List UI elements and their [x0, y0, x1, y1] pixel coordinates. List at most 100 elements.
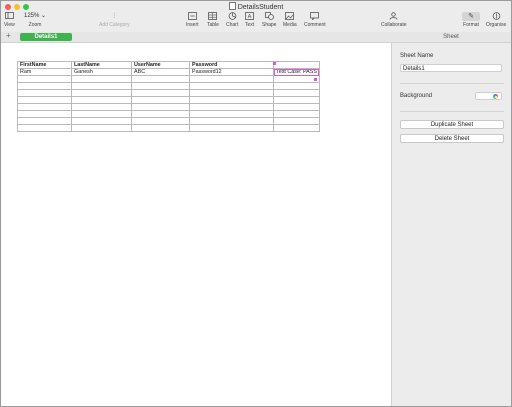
color-wheel-icon	[493, 94, 498, 99]
shape-icon	[264, 12, 274, 20]
table-cell[interactable]	[71, 75, 132, 83]
inspector-divider	[400, 111, 504, 112]
media-icon	[285, 12, 295, 20]
duplicate-sheet-button[interactable]: Duplicate Sheet	[400, 120, 504, 129]
table-header-cell[interactable]: FirstName	[17, 61, 72, 69]
table-row: Ram Ganesh ABC Password12 Test Case: PASS	[17, 68, 320, 76]
insert-icon	[187, 12, 197, 20]
table-cell[interactable]	[17, 75, 72, 83]
sheet-canvas[interactable]: FirstName LastName UserName Password Ram Gane…	[1, 43, 391, 406]
table-cell[interactable]	[17, 96, 72, 104]
sheet-name-field[interactable]: Details1	[400, 64, 502, 72]
table-cell[interactable]	[71, 110, 132, 118]
table-cell[interactable]	[131, 117, 190, 125]
selection-handle-top-left[interactable]	[273, 62, 276, 65]
table-button[interactable]: Table	[207, 12, 219, 28]
inspector-tab-sheet[interactable]: Sheet	[391, 32, 511, 43]
table-cell[interactable]	[189, 110, 274, 118]
view-button[interactable]: View	[4, 12, 15, 28]
sheet-name-label: Sheet Name	[400, 53, 434, 59]
organise-button[interactable]: Organise	[486, 12, 506, 28]
table-cell[interactable]	[273, 110, 320, 118]
table-cell[interactable]	[71, 82, 132, 90]
table-cell[interactable]	[273, 89, 320, 97]
sheet-tab-bar: + Details1	[1, 31, 391, 43]
organise-icon	[492, 12, 501, 20]
table-cell[interactable]	[17, 89, 72, 97]
table-header-cell[interactable]	[273, 61, 320, 69]
table-cell[interactable]	[189, 82, 274, 90]
table-cell[interactable]: Ram	[17, 68, 72, 76]
delete-sheet-button[interactable]: Delete Sheet	[400, 134, 504, 143]
table-header-cell[interactable]: LastName	[71, 61, 132, 69]
table-cell[interactable]	[273, 117, 320, 125]
table-cell[interactable]	[131, 75, 190, 83]
comment-button[interactable]: Comment	[304, 12, 326, 28]
add-category-icon: ⁝	[113, 11, 116, 20]
table-cell[interactable]	[189, 89, 274, 97]
table-cell[interactable]	[17, 103, 72, 111]
table-cell[interactable]	[17, 110, 72, 118]
add-sheet-button[interactable]: +	[6, 31, 11, 41]
table-cell[interactable]	[71, 96, 132, 104]
table-row	[17, 96, 320, 104]
zoom-button[interactable]: 125% ⌄ Zoom	[24, 12, 46, 28]
table-cell[interactable]	[189, 103, 274, 111]
table-cell[interactable]: ABC	[131, 68, 190, 76]
shape-button[interactable]: Shape	[262, 12, 276, 28]
inspector-divider	[400, 83, 504, 84]
background-label: Background	[400, 93, 433, 99]
table-cell[interactable]	[189, 124, 274, 132]
table-cell[interactable]	[131, 89, 190, 97]
table-cell[interactable]	[17, 117, 72, 125]
zoom-value: 125%	[24, 13, 40, 19]
table-cell[interactable]	[131, 124, 190, 132]
chart-button[interactable]: Chart	[226, 12, 238, 28]
table-row	[17, 103, 320, 111]
selection-handle-bottom-right[interactable]	[314, 78, 317, 81]
table-cell[interactable]	[71, 117, 132, 125]
svg-text:A: A	[248, 14, 252, 20]
table-header-cell[interactable]: Password	[189, 61, 274, 69]
table-row	[17, 110, 320, 118]
table-cell[interactable]	[273, 103, 320, 111]
table-cell[interactable]	[189, 96, 274, 104]
format-button[interactable]: ✎ Format	[462, 12, 480, 28]
collaborate-button[interactable]: Collaborate	[381, 12, 407, 28]
table-cell[interactable]	[189, 75, 274, 83]
tab-details1[interactable]: Details1	[20, 33, 72, 41]
paintbrush-icon: ✎	[462, 12, 480, 21]
table-cell[interactable]	[17, 82, 72, 90]
data-table[interactable]: FirstName LastName UserName Password Ram Gane…	[17, 61, 320, 132]
table-cell[interactable]	[273, 82, 320, 90]
table-cell[interactable]	[273, 96, 320, 104]
chevron-down-icon: ⌄	[41, 13, 47, 19]
table-cell[interactable]: Password12	[189, 68, 274, 76]
table-cell[interactable]	[17, 124, 72, 132]
media-button[interactable]: Media	[283, 12, 297, 28]
table-cell[interactable]	[189, 117, 274, 125]
table-header-cell[interactable]: UserName	[131, 61, 190, 69]
table-row	[17, 124, 320, 132]
table-cell[interactable]	[71, 124, 132, 132]
table-cell[interactable]	[131, 82, 190, 90]
collaborate-icon	[389, 12, 398, 20]
table-cell[interactable]: Test Case: PASS	[273, 68, 320, 76]
add-category-button[interactable]: ⁝ Add Category	[99, 11, 130, 29]
insert-button[interactable]: Insert	[186, 12, 199, 28]
table-cell[interactable]	[71, 103, 132, 111]
document-icon	[228, 2, 236, 10]
numbers-window: DetailsStudent View 125% ⌄ Zoom ⁝ Add Ca…	[0, 0, 512, 407]
table-cell[interactable]	[71, 89, 132, 97]
background-color-well[interactable]	[475, 92, 502, 100]
table-cell[interactable]	[131, 103, 190, 111]
text-button[interactable]: A Text	[245, 12, 254, 28]
table-cell[interactable]	[273, 124, 320, 132]
toolbar: DetailsStudent View 125% ⌄ Zoom ⁝ Add Ca…	[1, 1, 511, 33]
text-icon: A	[245, 12, 254, 20]
table-cell[interactable]	[131, 110, 190, 118]
table-cell[interactable]	[273, 75, 320, 83]
table-cell[interactable]	[131, 96, 190, 104]
table-row	[17, 117, 320, 125]
table-cell[interactable]: Ganesh	[71, 68, 132, 76]
